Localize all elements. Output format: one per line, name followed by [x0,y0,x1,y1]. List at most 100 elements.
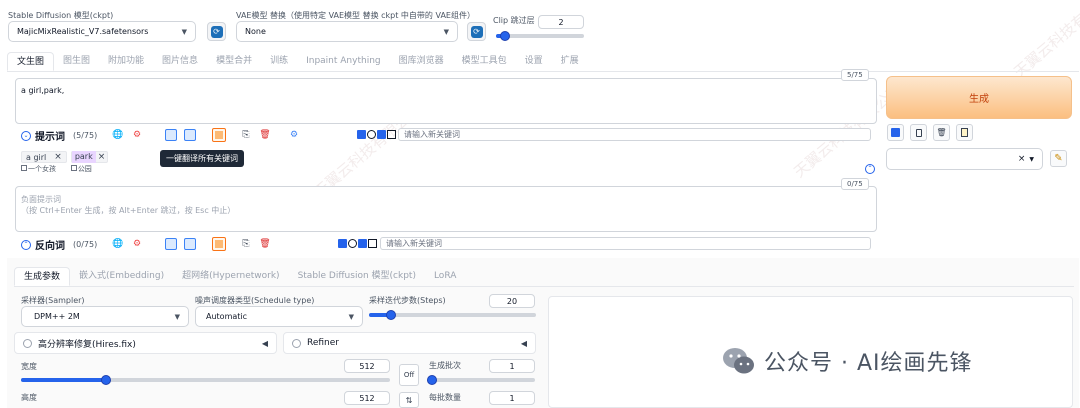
slider-thumb[interactable] [100,375,111,385]
collapse-icon[interactable]: ⌄ [21,130,31,141]
vae-select[interactable]: None ▼ [236,21,458,42]
globe-icon[interactable]: 🌐 [111,237,125,251]
hires-fix-panel[interactable]: 高分辨率修复(Hires.fix) ◀ [14,332,277,354]
select-all-button[interactable] [887,124,904,141]
copy-icon[interactable]: ⎘ [239,128,253,142]
prompt-chips: a girl × 一个女孩 park × 公园 [21,151,109,174]
tab-3[interactable]: 图片信息 [153,52,207,71]
tool-buttons: 🗑 [887,124,973,141]
clear-button[interactable]: 🗑 [933,124,950,141]
refresh-icon: ⟳ [210,25,223,38]
generate-button[interactable]: 生成 [886,76,1072,119]
slider-thumb[interactable] [499,31,510,41]
batch-count-slider[interactable] [427,375,535,385]
clip-skip-slider[interactable] [496,31,584,41]
tab-2[interactable]: 附加功能 [99,52,153,71]
translate-all-icon[interactable] [212,128,226,142]
negative-prompt-textarea[interactable]: 负面提示词 （按 Ctrl+Enter 生成，按 Alt+Enter 跳过，按 … [15,186,877,232]
prompt-textarea[interactable]: a girl,park, [15,78,877,124]
sub-tab-1[interactable]: 嵌入式(Embedding) [70,267,173,286]
clip-skip-input[interactable]: 2 [538,15,584,29]
ckpt-refresh-button[interactable]: ⟳ [207,22,226,41]
import-icon[interactable] [164,237,178,251]
edit-style-button[interactable]: ✎ [1050,150,1067,167]
batch-count-input[interactable]: 1 [489,359,535,373]
paste-button[interactable] [910,124,927,141]
chip-tag[interactable]: a girl × [21,151,67,163]
batch-count-label: 生成批次 [429,361,461,370]
clear-icon[interactable]: × [1018,154,1026,164]
sampler-label: 采样器(Sampler) [21,296,85,305]
collapse-icon[interactable]: ⌃ [21,239,31,250]
checked-icon[interactable] [358,239,367,248]
swap-dimensions-button[interactable]: ⇅ [399,392,419,408]
clipboard-button[interactable] [956,124,973,141]
tab-9[interactable]: 设置 [516,52,552,71]
slider-thumb[interactable] [427,375,437,385]
ckpt-select[interactable]: MajicMixRealistic_V7.safetensors ▼ [8,21,196,42]
brand-overlay: 公众号 · AI绘画先锋 [722,345,973,377]
tab-5[interactable]: 训练 [261,52,297,71]
translate-all-icon[interactable] [212,237,226,251]
schedule-select[interactable]: Automatic ▼ [195,306,363,327]
checked-icon[interactable] [357,130,366,139]
steps-input[interactable]: 20 [489,294,535,308]
prompt-keyword-input[interactable]: 请输入新关键词 [398,128,871,141]
settings-icon[interactable]: ⚙ [130,237,144,251]
chip-translation: 一个女孩 [28,165,56,173]
brand-text: 公众号 · AI绘画先锋 [764,351,973,376]
height-input[interactable]: 512 [344,391,390,405]
batch-size-input[interactable]: 1 [489,391,535,405]
tab-6[interactable]: Inpaint Anything [297,52,390,71]
negative-keyword-input[interactable]: 请输入新关键词 [380,237,871,250]
sub-tab-3[interactable]: Stable Diffusion 模型(ckpt) [289,267,425,286]
trash-icon[interactable]: 🗑 [258,128,272,142]
sampler-select[interactable]: DPM++ 2M ▼ [21,306,189,327]
negative-token-counter: 0/75 [841,178,869,190]
width-input[interactable]: 512 [344,359,390,373]
tab-8[interactable]: 模型工具包 [453,52,516,71]
prompt-token-counter: 5/75 [841,69,869,81]
globe-icon[interactable]: 🌐 [111,128,125,142]
copy-icon[interactable]: ⎘ [239,237,253,251]
settings-icon[interactable]: ⚙ [130,128,144,142]
tab-7[interactable]: 图库浏览器 [390,52,453,71]
collapse-left-icon[interactable]: ◀ [521,339,527,348]
checked-icon[interactable] [377,130,386,139]
width-slider[interactable] [21,375,390,385]
trash-icon[interactable]: 🗑 [258,237,272,251]
collapse-left-icon[interactable]: ◀ [262,339,268,348]
pencil-icon: ✎ [1054,153,1063,164]
chip-tag[interactable]: park × [70,151,109,163]
steps-label: 采样迭代步数(Steps) [369,296,446,305]
tab-0[interactable]: 文生图 [7,52,55,71]
close-icon[interactable]: × [54,152,62,162]
unchecked-icon[interactable] [368,239,377,248]
tab-4[interactable]: 模型合并 [207,52,261,71]
refiner-panel[interactable]: Refiner ◀ [283,332,536,354]
steps-slider[interactable] [369,310,536,320]
import-icon[interactable] [164,128,178,142]
style-select[interactable]: × ▼ [886,148,1043,170]
slider-thumb[interactable] [385,310,396,320]
history-icon[interactable]: ⚙ [287,128,301,142]
sub-tab-2[interactable]: 超网络(Hypernetwork) [173,267,288,286]
close-icon[interactable]: × [96,152,108,162]
collapse-up-icon[interactable]: ⌃ [865,164,875,174]
tab-10[interactable]: 扩展 [552,52,588,71]
tab-1[interactable]: 图生图 [54,52,99,71]
favorite-icon[interactable] [183,128,197,142]
favorite-icon[interactable] [183,237,197,251]
refiner-checkbox[interactable] [292,338,301,348]
hires-checkbox[interactable] [23,338,32,348]
unchecked-icon[interactable] [387,130,396,139]
checked-icon[interactable] [338,239,347,248]
clock-icon[interactable] [367,130,376,139]
off-button[interactable]: Off [399,364,419,386]
clipboard-icon [961,128,968,137]
prompt-section-count: (5/75) [73,131,98,140]
sub-tab-0[interactable]: 生成参数 [14,267,71,286]
clock-icon[interactable] [348,239,357,248]
sub-tab-4[interactable]: LoRA [425,267,465,286]
vae-refresh-button[interactable]: ⟳ [467,22,486,41]
